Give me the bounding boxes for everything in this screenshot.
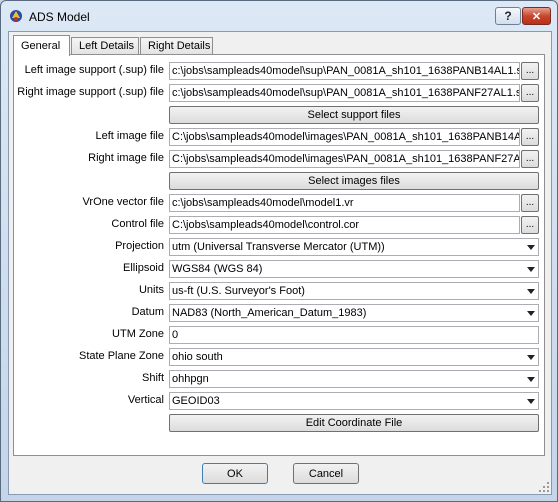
close-icon: ✕ (531, 10, 542, 23)
datum-select[interactable]: NAD83 (North_American_Datum_1983) (169, 304, 539, 322)
chevron-down-icon[interactable] (523, 239, 538, 255)
title-bar[interactable]: ADS Model ? ✕ (1, 1, 557, 31)
right-image-field[interactable]: C:\jobs\sampleads40model\images\PAN_0081… (169, 150, 520, 168)
ok-button[interactable]: OK (202, 463, 268, 484)
chevron-down-icon[interactable] (523, 305, 538, 321)
units-label: Units (138, 284, 164, 296)
left-support-browse-button[interactable]: ... (521, 62, 539, 80)
select-images-files-button[interactable]: Select images files (169, 172, 539, 190)
help-button[interactable]: ? (495, 7, 521, 25)
right-support-browse-button[interactable]: ... (521, 84, 539, 102)
ellipsoid-select[interactable]: WGS84 (WGS 84) (169, 260, 539, 278)
right-image-browse-button[interactable]: ... (521, 150, 539, 168)
help-icon: ? (504, 9, 512, 23)
vertical-label: Vertical (127, 394, 164, 406)
select-support-files-button[interactable]: Select support files (169, 106, 539, 124)
utm-zone-field[interactable]: 0 (169, 326, 539, 344)
shift-value: ohhpgn (172, 373, 209, 385)
left-image-browse-button[interactable]: ... (521, 128, 539, 146)
right-image-label: Right image file (88, 152, 164, 164)
projection-select[interactable]: utm (Universal Transverse Mercator (UTM)… (169, 238, 539, 256)
datum-value: NAD83 (North_American_Datum_1983) (172, 307, 367, 319)
projection-value: utm (Universal Transverse Mercator (UTM)… (172, 241, 385, 253)
control-browse-button[interactable]: ... (521, 216, 539, 234)
projection-label: Projection (115, 240, 164, 252)
utm-zone-label: UTM Zone (112, 328, 164, 340)
vrone-browse-button[interactable]: ... (521, 194, 539, 212)
shift-label: Shift (141, 372, 164, 384)
left-support-label: Left image support (.sup) file (24, 64, 164, 76)
cancel-button[interactable]: Cancel (293, 463, 359, 484)
right-support-field[interactable]: c:\jobs\sampleads40model\sup\PAN_0081A_s… (169, 84, 520, 102)
dialog-window: ADS Model ? ✕ General Left Details Right… (0, 0, 558, 502)
left-support-field[interactable]: c:\jobs\sampleads40model\sup\PAN_0081A_s… (169, 62, 520, 80)
vertical-value: GEOID03 (172, 395, 220, 407)
vrone-field[interactable]: c:\jobs\sampleads40model\model1.vr (169, 194, 520, 212)
chevron-down-icon[interactable] (523, 371, 538, 387)
tab-general[interactable]: General (13, 35, 70, 56)
chevron-down-icon[interactable] (523, 393, 538, 409)
right-support-label: Right image support (.sup) file (17, 86, 164, 98)
dialog-client-area: General Left Details Right Details Left … (8, 31, 552, 495)
tab-left-details[interactable]: Left Details (71, 37, 139, 54)
control-field[interactable]: C:\jobs\sampleads40model\control.cor (169, 216, 520, 234)
ellipsoid-label: Ellipsoid (123, 262, 164, 274)
left-image-label: Left image file (95, 130, 164, 142)
general-tab-panel: Left image support (.sup) file c:\jobs\s… (13, 54, 545, 456)
close-button[interactable]: ✕ (522, 7, 551, 25)
state-plane-label: State Plane Zone (78, 350, 164, 362)
chevron-down-icon[interactable] (523, 261, 538, 277)
chevron-down-icon[interactable] (523, 283, 538, 299)
datum-label: Datum (131, 306, 164, 318)
units-select[interactable]: us-ft (U.S. Surveyor's Foot) (169, 282, 539, 300)
resize-grip-icon[interactable] (539, 482, 549, 492)
edit-coordinate-file-button[interactable]: Edit Coordinate File (169, 414, 539, 432)
left-image-field[interactable]: C:\jobs\sampleads40model\images\PAN_0081… (169, 128, 520, 146)
vertical-select[interactable]: GEOID03 (169, 392, 539, 410)
control-label: Control file (111, 218, 164, 230)
vrone-label: VrOne vector file (82, 196, 164, 208)
state-plane-value: ohio south (172, 351, 223, 363)
window-title: ADS Model (29, 10, 90, 24)
chevron-down-icon[interactable] (523, 349, 538, 365)
state-plane-select[interactable]: ohio south (169, 348, 539, 366)
app-icon (8, 8, 24, 24)
ellipsoid-value: WGS84 (WGS 84) (172, 263, 263, 275)
units-value: us-ft (U.S. Surveyor's Foot) (172, 285, 305, 297)
tab-right-details[interactable]: Right Details (140, 37, 213, 54)
shift-select[interactable]: ohhpgn (169, 370, 539, 388)
